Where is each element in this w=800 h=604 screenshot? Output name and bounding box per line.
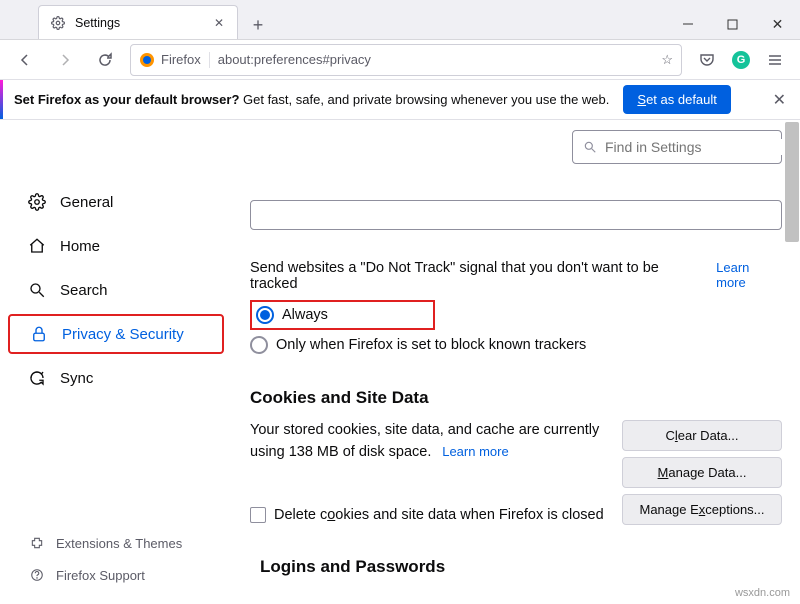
clear-data-button[interactable]: Clear Data... — [622, 420, 782, 451]
main-panel: Send websites a "Do Not Track" signal th… — [232, 120, 800, 604]
radio-always-row[interactable]: Always — [250, 300, 435, 330]
star-icon[interactable]: ☆ — [661, 52, 673, 68]
url-text: about:preferences#privacy — [218, 52, 654, 67]
url-identity: Firefox — [139, 52, 210, 68]
sidebar-item-label: Search — [60, 282, 108, 299]
sidebar-item-label: Sync — [60, 370, 93, 387]
sidebar: General Home Search Privacy & Security S… — [0, 120, 232, 604]
content: General Home Search Privacy & Security S… — [0, 120, 800, 604]
radio-always[interactable] — [256, 306, 274, 324]
content-box — [250, 200, 782, 230]
cookies-section-title: Cookies and Site Data — [250, 388, 782, 408]
delete-cookies-checkbox[interactable] — [250, 507, 266, 523]
default-browser-notification: Set Firefox as your default browser? Get… — [0, 80, 800, 120]
sidebar-item-sync[interactable]: Sync — [8, 358, 224, 398]
firefox-icon — [139, 52, 155, 68]
sidebar-item-privacy[interactable]: Privacy & Security — [8, 314, 224, 354]
maximize-button[interactable] — [710, 9, 755, 39]
url-bar[interactable]: Firefox about:preferences#privacy ☆ — [130, 44, 682, 76]
notification-accent — [0, 80, 3, 119]
radio-only-row[interactable]: Only when Firefox is set to block known … — [250, 330, 782, 360]
grammarly-icon[interactable]: G — [726, 45, 756, 75]
close-notification-icon[interactable]: ✕ — [773, 90, 786, 110]
pocket-icon[interactable] — [692, 45, 722, 75]
sidebar-item-general[interactable]: General — [8, 182, 224, 222]
search-icon — [583, 140, 597, 154]
dnt-learn-more-link[interactable]: Learn more — [716, 260, 782, 290]
sidebar-item-label: Home — [60, 238, 100, 255]
menu-icon[interactable] — [760, 45, 790, 75]
toolbar: Firefox about:preferences#privacy ☆ G — [0, 40, 800, 80]
logins-section-title: Logins and Passwords — [260, 557, 782, 577]
cookies-desc: Your stored cookies, site data, and cach… — [250, 422, 599, 460]
dnt-label: Send websites a "Do Not Track" signal th… — [250, 260, 706, 292]
new-tab-button[interactable]: + — [244, 11, 272, 39]
sidebar-item-label: Privacy & Security — [62, 326, 184, 343]
search-icon — [28, 281, 46, 299]
set-as-default-button[interactable]: Set as default — [623, 85, 731, 114]
manage-data-button[interactable]: Manage Data... — [622, 457, 782, 488]
puzzle-icon — [28, 534, 46, 552]
sidebar-item-home[interactable]: Home — [8, 226, 224, 266]
radio-only-label: Only when Firefox is set to block known … — [276, 337, 586, 353]
delete-cookies-label: Delete cookies and site data when Firefo… — [274, 507, 604, 523]
minimize-button[interactable] — [665, 9, 710, 39]
gear-icon — [49, 14, 67, 32]
gear-icon — [28, 193, 46, 211]
close-tab-icon[interactable]: ✕ — [211, 15, 227, 31]
lock-icon — [30, 325, 48, 343]
find-in-settings[interactable] — [572, 130, 782, 164]
reload-button[interactable] — [90, 45, 120, 75]
manage-exceptions-button[interactable]: Manage Exceptions... — [622, 494, 782, 525]
find-in-settings-input[interactable] — [605, 139, 786, 155]
browser-tab[interactable]: Settings ✕ — [38, 5, 238, 39]
watermark: wsxdn.com — [735, 587, 790, 599]
title-bar: Settings ✕ + ✕ — [0, 0, 800, 40]
scrollbar-thumb[interactable] — [785, 122, 799, 242]
tab-title: Settings — [75, 16, 203, 30]
sync-icon — [28, 369, 46, 387]
back-button[interactable] — [10, 45, 40, 75]
radio-only-known[interactable] — [250, 336, 268, 354]
delete-cookies-row[interactable]: Delete cookies and site data when Firefo… — [250, 507, 650, 523]
window-controls: ✕ — [665, 9, 800, 39]
sidebar-item-label: Extensions & Themes — [56, 536, 182, 551]
notification-text: Set Firefox as your default browser? Get… — [14, 92, 609, 107]
forward-button[interactable] — [50, 45, 80, 75]
sidebar-item-label: General — [60, 194, 113, 211]
close-window-button[interactable]: ✕ — [755, 9, 800, 39]
sidebar-item-extensions[interactable]: Extensions & Themes — [8, 528, 224, 558]
radio-always-label: Always — [282, 307, 328, 323]
home-icon — [28, 237, 46, 255]
question-icon — [28, 566, 46, 584]
cookies-learn-more-link[interactable]: Learn more — [442, 444, 508, 459]
sidebar-item-label: Firefox Support — [56, 568, 145, 583]
sidebar-item-support[interactable]: Firefox Support — [8, 560, 224, 590]
sidebar-item-search[interactable]: Search — [8, 270, 224, 310]
